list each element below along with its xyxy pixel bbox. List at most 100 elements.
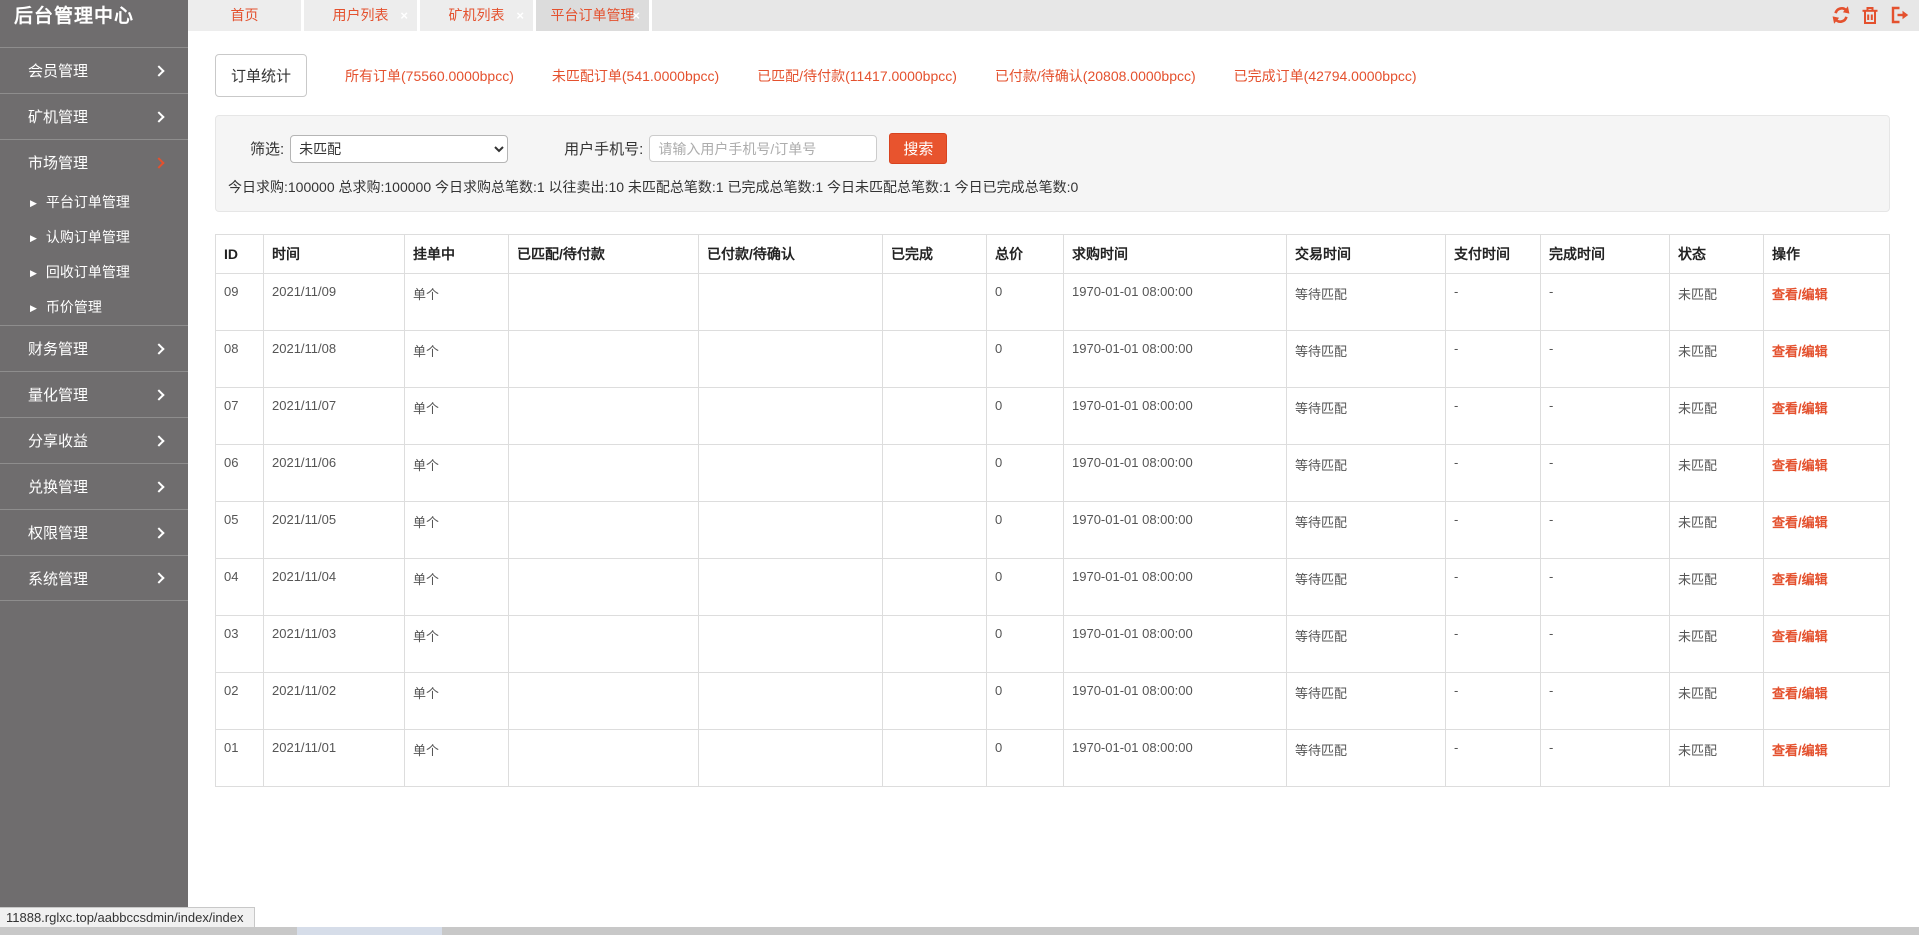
cell-action: 查看/编辑 <box>1764 502 1890 559</box>
status-filter-select[interactable]: 未匹配 <box>290 135 508 163</box>
filter-panel: 筛选: 未匹配 用户手机号: 搜索 今日求购:100000 总求购:100000… <box>215 115 1890 212</box>
phone-search-input[interactable] <box>649 135 877 162</box>
order-stat-link[interactable]: 未匹配订单(541.0000bpcc) <box>552 66 719 86</box>
order-stat-link[interactable]: 所有订单(75560.0000bpcc) <box>345 66 514 86</box>
cell-buy_time: 1970-01-01 08:00:00 <box>1064 388 1287 445</box>
order-stat-link[interactable]: 已付款/待确认(20808.0000bpcc) <box>995 66 1196 86</box>
sidebar-item-市场管理[interactable]: 市场管理 <box>0 139 188 185</box>
table-row: 012021/11/01单个01970-01-01 08:00:00等待匹配--… <box>216 730 1890 787</box>
sidebar-item-矿机管理[interactable]: 矿机管理 <box>0 93 188 139</box>
view-edit-link[interactable]: 查看/编辑 <box>1772 344 1828 359</box>
close-icon[interactable]: × <box>400 0 408 31</box>
cell-action: 查看/编辑 <box>1764 274 1890 331</box>
column-header: 完成时间 <box>1541 235 1670 274</box>
horizontal-scrollbar-thumb[interactable] <box>297 927 442 935</box>
table-row: 092021/11/09单个01970-01-01 08:00:00等待匹配--… <box>216 274 1890 331</box>
table-row: 082021/11/08单个01970-01-01 08:00:00等待匹配--… <box>216 331 1890 388</box>
cell-id: 08 <box>216 331 264 388</box>
cell-total: 0 <box>987 730 1064 787</box>
topbar-actions <box>1831 5 1909 25</box>
cell-action: 查看/编辑 <box>1764 673 1890 730</box>
cell-pay_time: - <box>1446 673 1541 730</box>
cell-pending: 单个 <box>405 388 509 445</box>
cell-buy_time: 1970-01-01 08:00:00 <box>1064 730 1287 787</box>
column-header: ID <box>216 235 264 274</box>
refresh-icon[interactable] <box>1831 5 1851 25</box>
cell-finish_time: - <box>1541 331 1670 388</box>
view-edit-link[interactable]: 查看/编辑 <box>1772 629 1828 644</box>
sidebar-subitem-认购订单管理[interactable]: ▶认购订单管理 <box>0 220 188 255</box>
sidebar-item-label: 兑换管理 <box>28 476 88 497</box>
cell-buy_time: 1970-01-01 08:00:00 <box>1064 502 1287 559</box>
sidebar-item-财务管理[interactable]: 财务管理 <box>0 325 188 371</box>
cell-action: 查看/编辑 <box>1764 331 1890 388</box>
view-edit-link[interactable]: 查看/编辑 <box>1772 743 1828 758</box>
order-stat-link[interactable]: 已匹配/待付款(11417.0000bpcc) <box>757 66 957 86</box>
sidebar-subitem-币价管理[interactable]: ▶币价管理 <box>0 290 188 325</box>
submenu-bullet-icon: ▶ <box>30 303 37 313</box>
table-row: 042021/11/04单个01970-01-01 08:00:00等待匹配--… <box>216 559 1890 616</box>
close-icon[interactable]: × <box>632 0 640 31</box>
sidebar-item-label: 分享收益 <box>28 430 88 451</box>
cell-trade_time: 等待匹配 <box>1287 388 1446 445</box>
tab-用户列表[interactable]: 用户列表× <box>304 0 420 31</box>
sidebar-subitem-回收订单管理[interactable]: ▶回收订单管理 <box>0 255 188 290</box>
view-edit-link[interactable]: 查看/编辑 <box>1772 686 1828 701</box>
sidebar-subitem-平台订单管理[interactable]: ▶平台订单管理 <box>0 185 188 220</box>
chevron-right-icon <box>153 343 164 354</box>
cell-total: 0 <box>987 388 1064 445</box>
view-edit-link[interactable]: 查看/编辑 <box>1772 572 1828 587</box>
sidebar-item-分享收益[interactable]: 分享收益 <box>0 417 188 463</box>
tab-平台订单管理[interactable]: 平台订单管理× <box>536 0 652 31</box>
order-stat-link[interactable]: 已完成订单(42794.0000bpcc) <box>1234 66 1417 86</box>
view-edit-link[interactable]: 查看/编辑 <box>1772 287 1828 302</box>
cell-status: 未匹配 <box>1670 445 1764 502</box>
cell-time: 2021/11/03 <box>264 616 405 673</box>
cell-buy_time: 1970-01-01 08:00:00 <box>1064 445 1287 502</box>
cell-done <box>883 388 987 445</box>
cell-trade_time: 等待匹配 <box>1287 274 1446 331</box>
sidebar-item-权限管理[interactable]: 权限管理 <box>0 509 188 555</box>
cell-id: 02 <box>216 673 264 730</box>
orders-table-header: ID时间挂单中已匹配/待付款已付款/待确认已完成总价求购时间交易时间支付时间完成… <box>216 235 1890 274</box>
cell-pending: 单个 <box>405 274 509 331</box>
sidebar-item-量化管理[interactable]: 量化管理 <box>0 371 188 417</box>
cell-pay_time: - <box>1446 502 1541 559</box>
cell-paid <box>699 445 883 502</box>
sidebar-item-兑换管理[interactable]: 兑换管理 <box>0 463 188 509</box>
sidebar-item-label: 权限管理 <box>28 522 88 543</box>
tab-矿机列表[interactable]: 矿机列表× <box>420 0 536 31</box>
cell-done <box>883 274 987 331</box>
trash-icon[interactable] <box>1860 5 1880 25</box>
tab-strip: 首页用户列表×矿机列表×平台订单管理× <box>188 0 1919 31</box>
tab-order-statistics[interactable]: 订单统计 <box>215 54 307 97</box>
cell-finish_time: - <box>1541 445 1670 502</box>
chevron-right-icon <box>153 65 164 76</box>
cell-time: 2021/11/05 <box>264 502 405 559</box>
filter-row: 筛选: 未匹配 用户手机号: 搜索 <box>222 133 1871 164</box>
cell-pending: 单个 <box>405 673 509 730</box>
search-button[interactable]: 搜索 <box>889 133 947 164</box>
sidebar-item-系统管理[interactable]: 系统管理 <box>0 555 188 601</box>
cell-finish_time: - <box>1541 274 1670 331</box>
view-edit-link[interactable]: 查看/编辑 <box>1772 458 1828 473</box>
cell-status: 未匹配 <box>1670 673 1764 730</box>
cell-status: 未匹配 <box>1670 502 1764 559</box>
logout-icon[interactable] <box>1889 5 1909 25</box>
view-edit-link[interactable]: 查看/编辑 <box>1772 401 1828 416</box>
sidebar-item-会员管理[interactable]: 会员管理 <box>0 47 188 93</box>
main-content: 订单统计 所有订单(75560.0000bpcc) 未匹配订单(541.0000b… <box>188 31 1919 927</box>
horizontal-scrollbar[interactable] <box>0 927 1919 935</box>
table-row: 072021/11/07单个01970-01-01 08:00:00等待匹配--… <box>216 388 1890 445</box>
close-icon[interactable]: × <box>516 0 524 31</box>
column-header: 支付时间 <box>1446 235 1541 274</box>
view-edit-link[interactable]: 查看/编辑 <box>1772 515 1828 530</box>
cell-action: 查看/编辑 <box>1764 445 1890 502</box>
chevron-right-icon <box>153 481 164 492</box>
cell-matched <box>509 331 699 388</box>
cell-total: 0 <box>987 274 1064 331</box>
column-header: 已付款/待确认 <box>699 235 883 274</box>
cell-done <box>883 673 987 730</box>
tab-首页[interactable]: 首页 <box>188 0 304 31</box>
phone-label: 用户手机号: <box>564 138 643 159</box>
